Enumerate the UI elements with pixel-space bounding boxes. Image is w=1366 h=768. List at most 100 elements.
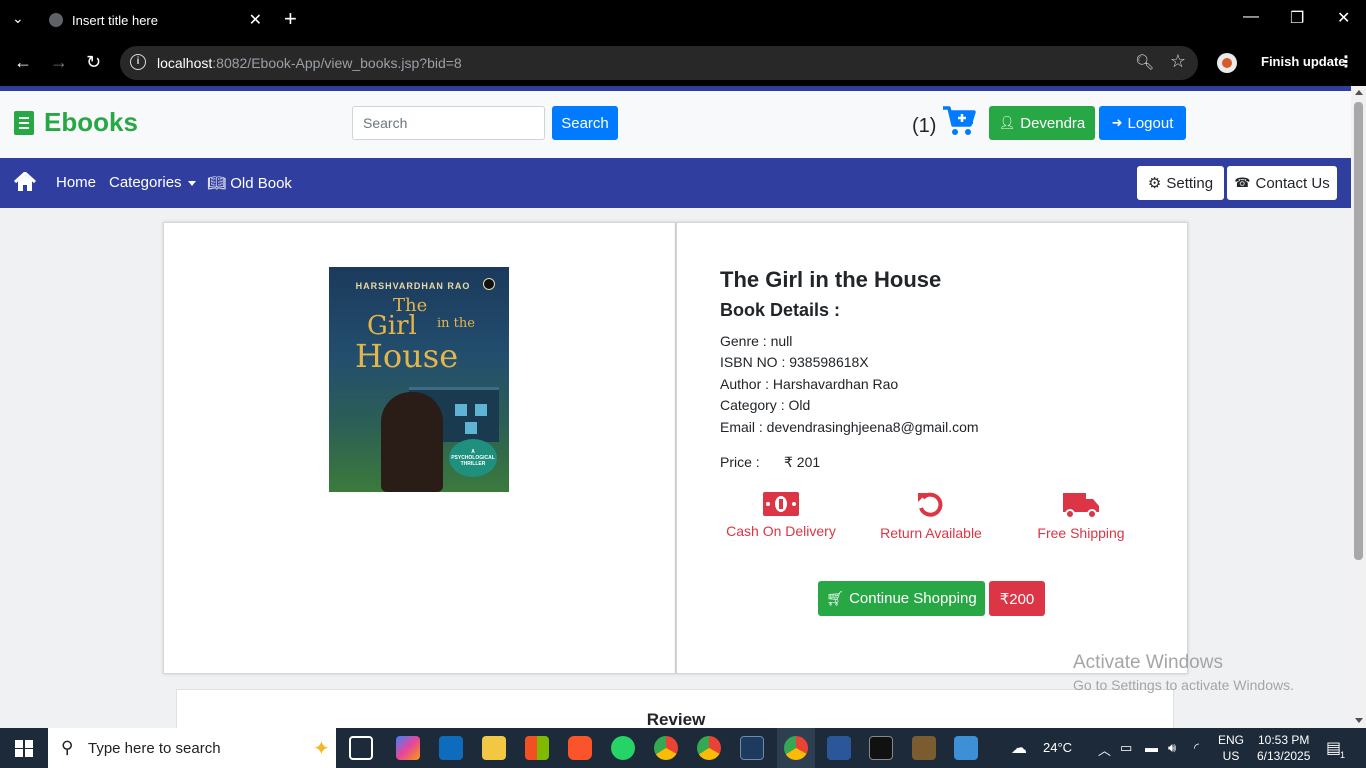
search-icon: ⚲ bbox=[61, 738, 74, 757]
minimize-icon[interactable]: — bbox=[1243, 8, 1259, 26]
activate-windows-subtitle: Go to Settings to activate Windows. bbox=[1073, 677, 1294, 693]
search-input[interactable] bbox=[352, 106, 545, 140]
profile-avatar[interactable] bbox=[1217, 53, 1237, 73]
battery-icon[interactable]: ▬ bbox=[1145, 740, 1158, 755]
clock-time: 10:53 PM bbox=[1258, 733, 1310, 747]
cart-plus-icon[interactable] bbox=[942, 105, 976, 137]
word-icon[interactable] bbox=[827, 736, 851, 760]
language-indicator[interactable]: ENG US bbox=[1218, 732, 1244, 764]
book-email: Email : devendrasinghjeena8@gmail.com bbox=[720, 419, 979, 435]
region-code: US bbox=[1222, 749, 1240, 763]
zoom-icon[interactable]: 🔍︎ bbox=[1135, 53, 1154, 71]
contact-us-button[interactable]: ☎ Contact Us bbox=[1227, 166, 1337, 200]
notification-icon[interactable]: ▤ bbox=[1326, 738, 1341, 758]
book-isbn: ISBN NO : 938598618X bbox=[720, 354, 869, 370]
reload-icon[interactable]: ↻ bbox=[86, 52, 101, 73]
setting-button[interactable]: ⚙ Setting bbox=[1137, 166, 1224, 200]
whatsapp-icon[interactable] bbox=[611, 736, 635, 760]
site-info-icon[interactable]: i bbox=[130, 54, 146, 70]
eclipse-ide-icon[interactable] bbox=[912, 736, 936, 760]
volume-icon[interactable]: 🔊︎ bbox=[1168, 740, 1176, 756]
nav-old-book-label: Old Book bbox=[230, 175, 292, 192]
photos-icon[interactable] bbox=[954, 736, 978, 760]
user-profile-button[interactable]: 👤︎ Devendra bbox=[989, 106, 1095, 140]
feature-label-cod: Cash On Delivery bbox=[726, 523, 836, 539]
feature-free-shipping: Free Shipping bbox=[1006, 491, 1156, 541]
copilot-icon[interactable] bbox=[396, 736, 420, 760]
windows-start-icon[interactable] bbox=[15, 740, 33, 757]
url-bar[interactable]: i localhost:8082/Ebook-App/view_books.js… bbox=[120, 46, 1198, 80]
windows-taskbar: ⚲ Type here to search ✦ ☁ 24°C ︿ ▭ ▬ 🔊︎ … bbox=[0, 728, 1366, 768]
search-button[interactable]: Search bbox=[552, 106, 618, 140]
microsoft-store-icon[interactable] bbox=[525, 736, 549, 760]
clock-date: 6/13/2025 bbox=[1257, 749, 1311, 763]
mysql-workbench-icon[interactable] bbox=[740, 736, 764, 760]
language-code: ENG bbox=[1218, 733, 1245, 747]
browser-menu-icon[interactable]: ⋮ bbox=[1338, 52, 1354, 72]
price-value: ₹ 201 bbox=[784, 454, 821, 470]
close-window-icon[interactable]: ✕ bbox=[1337, 8, 1350, 28]
new-tab-icon[interactable]: + bbox=[284, 6, 297, 32]
feature-return-available: Return Available bbox=[856, 491, 1006, 541]
browser-tab[interactable]: Insert title here ✕ bbox=[36, 0, 272, 40]
book-details-heading: Book Details : bbox=[720, 300, 841, 320]
home-icon[interactable] bbox=[14, 172, 36, 192]
buy-price-button[interactable]: ₹200 bbox=[989, 581, 1045, 616]
taskbar-search-box[interactable]: ⚲ Type here to search ✦ bbox=[48, 728, 336, 768]
brand-logo[interactable]: Ebooks bbox=[14, 107, 138, 138]
back-icon[interactable]: ← bbox=[14, 52, 32, 73]
address-bar-row: ← → ↻ i localhost:8082/Ebook-App/view_bo… bbox=[0, 40, 1366, 86]
setting-label: Setting bbox=[1166, 174, 1214, 192]
book-genre: Genre : null bbox=[720, 333, 793, 349]
truck-icon bbox=[1063, 493, 1099, 519]
brave-icon[interactable] bbox=[568, 736, 592, 760]
finish-update-button[interactable]: Finish update bbox=[1261, 54, 1346, 69]
cover-author: HARSHVARDHAN RAO bbox=[355, 281, 471, 291]
bookmark-star-icon[interactable]: ☆ bbox=[1170, 51, 1186, 72]
outlook-icon[interactable] bbox=[439, 736, 463, 760]
tab-list-chevron-icon[interactable]: ⌄ bbox=[12, 10, 24, 27]
wifi-icon[interactable]: ◜ bbox=[1194, 740, 1199, 756]
weather-temperature[interactable]: 24°C bbox=[1043, 740, 1072, 755]
forward-icon[interactable]: → bbox=[50, 52, 68, 73]
nav-categories[interactable]: Categories bbox=[109, 174, 196, 191]
cart-count: (1) bbox=[912, 115, 937, 137]
page-scrollbar[interactable] bbox=[1351, 86, 1366, 728]
phone-icon: ☎ bbox=[1234, 175, 1251, 190]
page-viewport: Ebooks Search (1) 👤︎ Devendra ➜ Logout H… bbox=[0, 86, 1351, 728]
book-cover-image: HARSHVARDHAN RAO The Girl in the House A… bbox=[329, 267, 509, 492]
restore-icon[interactable]: ❐ bbox=[1290, 8, 1304, 28]
terminal-icon[interactable] bbox=[869, 736, 893, 760]
weather-cloud-icon[interactable]: ☁ bbox=[1011, 738, 1027, 758]
contact-label: Contact Us bbox=[1255, 174, 1330, 192]
book-icon bbox=[14, 110, 34, 135]
chrome-profile-2-icon[interactable] bbox=[697, 736, 721, 760]
undo-icon bbox=[918, 492, 943, 517]
logout-button[interactable]: ➜ Logout bbox=[1099, 106, 1186, 140]
chrome-icon[interactable] bbox=[784, 736, 808, 760]
scroll-down-arrow-icon[interactable] bbox=[1355, 718, 1363, 723]
cover-title-house: House bbox=[355, 337, 459, 375]
cover-woman-illustration bbox=[381, 392, 443, 492]
scroll-up-arrow-icon[interactable] bbox=[1355, 90, 1363, 95]
gear-icon: ⚙ bbox=[1147, 175, 1162, 192]
logout-label: Logout bbox=[1127, 114, 1174, 132]
nav-old-book[interactable]: 📖︎ Old Book bbox=[207, 174, 292, 192]
book-category: Category : Old bbox=[720, 397, 811, 413]
dropdown-caret-icon bbox=[187, 180, 196, 186]
network-icon[interactable]: ▭ bbox=[1120, 740, 1132, 756]
notification-count: 1 bbox=[1340, 750, 1346, 760]
nav-home[interactable]: Home bbox=[56, 174, 96, 191]
money-bill-icon bbox=[763, 492, 799, 516]
continue-shopping-button[interactable]: 🛒︎ Continue Shopping bbox=[818, 581, 985, 616]
scroll-thumb[interactable] bbox=[1354, 102, 1363, 560]
tray-chevron-icon[interactable]: ︿ bbox=[1098, 740, 1111, 759]
open-book-icon: 📖︎ bbox=[207, 175, 227, 192]
url-text: localhost:8082/Ebook-App/view_books.jsp?… bbox=[157, 55, 462, 71]
close-tab-icon[interactable]: ✕ bbox=[249, 10, 262, 30]
sparkle-icon: ✦ bbox=[313, 738, 330, 760]
task-view-icon[interactable] bbox=[349, 736, 373, 760]
chrome-profile-icon[interactable] bbox=[654, 736, 678, 760]
file-explorer-icon[interactable] bbox=[482, 736, 506, 760]
system-clock[interactable]: 10:53 PM 6/13/2025 bbox=[1257, 732, 1310, 764]
